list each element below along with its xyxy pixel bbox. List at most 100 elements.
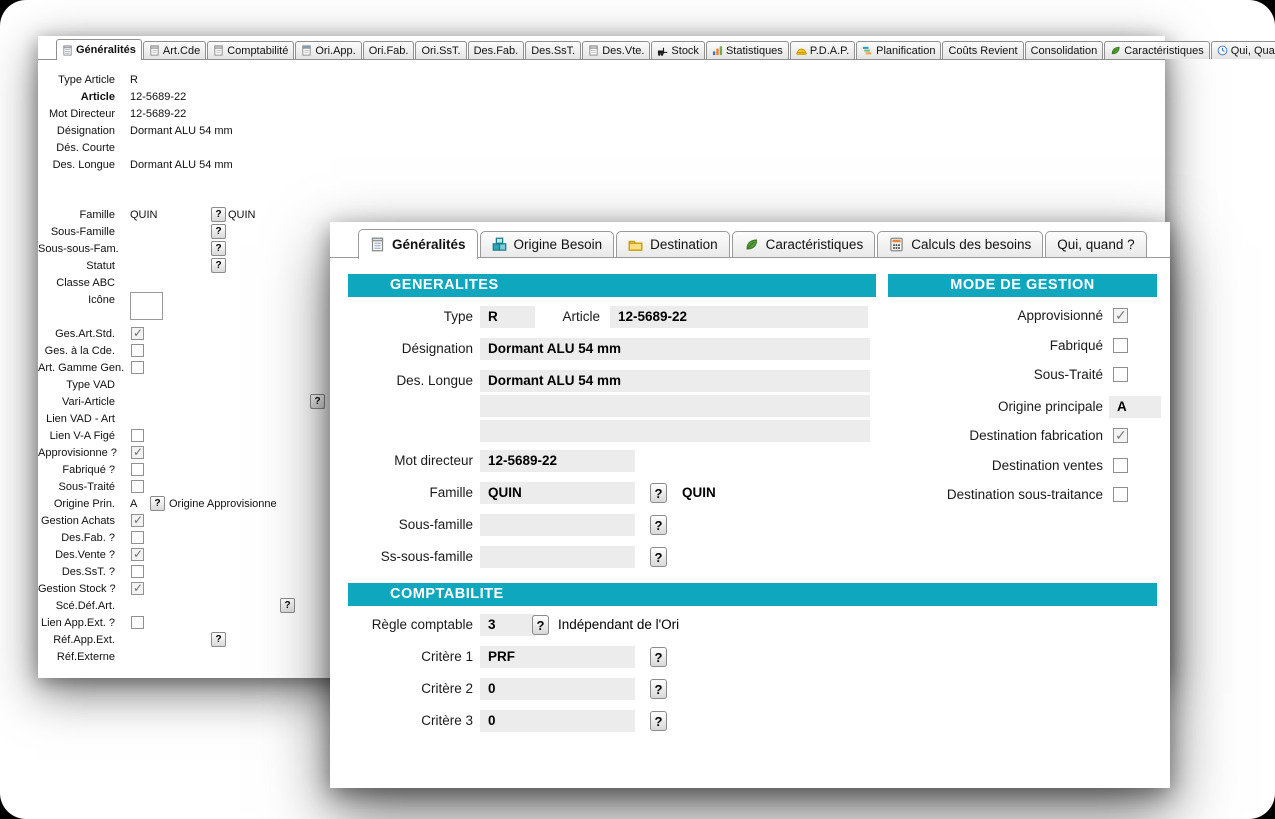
- help-button-ref-app-ext[interactable]: ?: [211, 632, 226, 647]
- checkbox-destination-sous-traitance[interactable]: [1113, 487, 1128, 502]
- leaf-icon: [1110, 45, 1121, 56]
- help-button-sce-def-art[interactable]: ?: [280, 598, 295, 613]
- field-origine-principale[interactable]: A: [1109, 396, 1161, 418]
- checkbox-des-vente[interactable]: [131, 548, 144, 561]
- tab-label: Des.Vte.: [602, 45, 644, 57]
- back-tab-planification[interactable]: Planification: [856, 41, 941, 59]
- article-generalites-dialog: GénéralitésOrigine Besoin Destination Cara…: [330, 222, 1170, 788]
- mode-label-fabrique: Fabriqué: [750, 338, 1103, 354]
- back-tab-des-sst[interactable]: Des.SsT.: [525, 41, 581, 59]
- help-button-critere-2[interactable]: ?: [650, 679, 667, 699]
- help-button-vari-article[interactable]: ?: [310, 394, 325, 409]
- checkbox-ges-a-la-cde[interactable]: [131, 344, 144, 357]
- back-tab-art-cde[interactable]: Art.Cde: [143, 41, 206, 59]
- sous-famille-help-button[interactable]: ?: [650, 515, 667, 535]
- mot-directeur-field[interactable]: 12-5689-22: [480, 450, 635, 472]
- checkbox-destination-ventes[interactable]: [1113, 458, 1128, 473]
- field-critere-1[interactable]: PRF: [480, 646, 635, 668]
- help-button-sous-famille[interactable]: ?: [211, 224, 226, 239]
- field-label: Type VAD: [38, 379, 115, 391]
- front-tab-caracteristiques[interactable]: Caractéristiques: [732, 231, 876, 257]
- field-after-text: Origine Approvisionne: [169, 498, 277, 510]
- back-tab-strip: GénéralitésArt.CdeComptabilitéOri.App.Or…: [38, 36, 1165, 60]
- front-tab-generalites[interactable]: Généralités: [358, 229, 478, 259]
- back-tab-statistiques[interactable]: Statistiques: [706, 41, 789, 59]
- help-button-sous-sous-fam[interactable]: ?: [211, 241, 226, 256]
- help-button-critere-3[interactable]: ?: [650, 711, 667, 731]
- ss-sous-famille-help-button[interactable]: ?: [650, 547, 667, 567]
- field-critere-2[interactable]: 0: [480, 678, 635, 700]
- back-tab-ori-app[interactable]: Ori.App.: [295, 41, 361, 59]
- back-tab-caracteristiques[interactable]: Caractéristiques: [1104, 41, 1209, 59]
- front-tab-qui-quand[interactable]: Qui, quand ?: [1045, 231, 1146, 257]
- compta-label-critere-3: Critère 3: [330, 710, 473, 732]
- famille-help-button[interactable]: ?: [650, 483, 667, 503]
- field-label: Fabriqué ?: [38, 464, 115, 476]
- famille-field[interactable]: QUIN: [480, 482, 635, 504]
- back-tab-couts-revient[interactable]: Coûts Revient: [942, 41, 1023, 59]
- section-header-generalites: GENERALITES: [348, 274, 876, 297]
- field-row-article: Article12-5689-22: [38, 89, 1165, 106]
- icon-preview-box[interactable]: [130, 292, 163, 320]
- section-header-comptabilite: COMPTABILITE: [348, 583, 1157, 606]
- back-tab-generalites[interactable]: Généralités: [56, 39, 142, 60]
- checkbox-des-sst[interactable]: [131, 565, 144, 578]
- field-value[interactable]: QUIN: [130, 209, 158, 221]
- checkbox-des-fab[interactable]: [131, 531, 144, 544]
- help-button-origine-prin[interactable]: ?: [150, 496, 165, 511]
- field-regle-comptable[interactable]: 3: [480, 614, 535, 636]
- checkbox-sous-traite[interactable]: [131, 480, 144, 493]
- clock-icon: [1217, 45, 1228, 56]
- front-tab-origine-besoin[interactable]: Origine Besoin: [480, 231, 615, 257]
- sheet-blue-icon: [301, 45, 312, 56]
- checkbox-lien-v-a-fige[interactable]: [131, 429, 144, 442]
- field-label: Approvisionne ?: [38, 447, 115, 459]
- checkbox-fabrique[interactable]: [1113, 338, 1128, 353]
- mode-label-sous-traite: Sous-Traité: [750, 367, 1103, 383]
- field-value[interactable]: 12-5689-22: [130, 108, 186, 120]
- help-button-regle-comptable[interactable]: ?: [532, 615, 549, 635]
- front-tab-destination[interactable]: Destination: [616, 231, 730, 257]
- checkbox-art-gamme-gen[interactable]: [131, 361, 144, 374]
- tab-label: Statistiques: [726, 45, 783, 57]
- field-value[interactable]: Dormant ALU 54 mm: [130, 159, 233, 171]
- back-tab-ori-sst[interactable]: Ori.SsT.: [415, 41, 466, 59]
- sous-famille-label: Sous-famille: [330, 514, 473, 536]
- back-tab-ori-fab[interactable]: Ori.Fab.: [363, 41, 415, 59]
- field-row-des-courte: Dés. Courte: [38, 140, 1165, 157]
- help-button-critere-1[interactable]: ?: [650, 647, 667, 667]
- tab-label: Destination: [650, 237, 718, 252]
- help-button-famille[interactable]: ?: [211, 207, 226, 222]
- field-value[interactable]: R: [130, 74, 138, 86]
- back-tab-des-vte[interactable]: Des.Vte.: [582, 41, 650, 59]
- field-value[interactable]: A: [130, 498, 137, 510]
- checkbox-destination-fabrication[interactable]: [1113, 428, 1128, 443]
- ss-sous-famille-field[interactable]: [480, 546, 635, 568]
- mode-label-approvisionne: Approvisionné: [750, 308, 1103, 324]
- field-value[interactable]: 12-5689-22: [130, 91, 186, 103]
- front-tab-calculs-des-besoins[interactable]: Calculs des besoins: [877, 231, 1043, 257]
- tab-label: Des.Fab.: [474, 45, 519, 57]
- field-label: Des.Vente ?: [38, 549, 115, 561]
- checkbox-gestion-achats[interactable]: [131, 514, 144, 527]
- back-tab-comptabilite[interactable]: Comptabilité: [207, 41, 294, 59]
- sous-famille-field[interactable]: [480, 514, 635, 536]
- checkbox-lien-app-ext[interactable]: [131, 616, 144, 629]
- tab-label: Comptabilité: [227, 45, 288, 57]
- back-tab-stock[interactable]: Stock: [651, 41, 705, 59]
- field-label: Icône: [38, 294, 115, 306]
- checkbox-gestion-stock[interactable]: [131, 582, 144, 595]
- back-tab-consolidation[interactable]: Consolidation: [1025, 41, 1104, 59]
- checkbox-approvisionne[interactable]: [1113, 308, 1128, 323]
- checkbox-ges-art-std[interactable]: [131, 327, 144, 340]
- checkbox-fabrique[interactable]: [131, 463, 144, 476]
- field-value[interactable]: Dormant ALU 54 mm: [130, 125, 233, 137]
- field-row-type-article: Type ArticleR: [38, 72, 1165, 89]
- checkbox-approvisionne[interactable]: [131, 446, 144, 459]
- field-critere-3[interactable]: 0: [480, 710, 635, 732]
- help-button-statut[interactable]: ?: [211, 258, 226, 273]
- checkbox-sous-traite[interactable]: [1113, 367, 1128, 382]
- back-tab-qui-quand[interactable]: Qui, Quand ?: [1211, 41, 1275, 59]
- back-tab-des-fab[interactable]: Des.Fab.: [468, 41, 525, 59]
- back-tab-p-d-a-p[interactable]: P.D.A.P.: [790, 41, 855, 59]
